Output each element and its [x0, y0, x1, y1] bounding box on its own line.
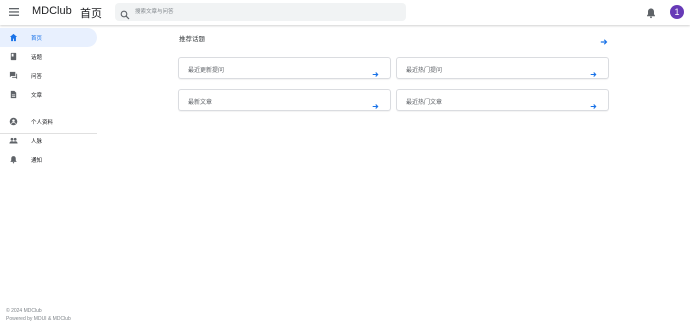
card-label: 最新文章 — [188, 100, 213, 106]
copyright-text: © 2024 MDClub — [6, 308, 42, 314]
sidebar-item-label: 话题 — [31, 55, 43, 61]
sidebar-item-label: 人脉 — [31, 139, 43, 145]
sidebar-item-label: 个人资料 — [31, 120, 54, 126]
top-app-bar: MDClub 首页 1 — [0, 0, 690, 25]
brand-title[interactable]: MDClub — [32, 5, 72, 17]
card-recent-popular-questions[interactable]: 最近热门提问 — [396, 57, 609, 79]
book-icon — [9, 52, 18, 61]
main-content: 推荐话题 最近更新提问 最近热门提问 最新文章 最近热门文章 — [100, 25, 690, 331]
sidebar-item-people[interactable]: 人脉 — [0, 131, 97, 150]
page-title: 首页 — [80, 8, 102, 20]
card-latest-articles[interactable]: 最新文章 — [178, 89, 391, 111]
search-input[interactable] — [135, 4, 401, 20]
search-icon — [120, 7, 130, 20]
card-recent-popular-articles[interactable]: 最近热门文章 — [396, 89, 609, 111]
card-label: 最近更新提问 — [188, 68, 225, 74]
sidebar-item-label: 问答 — [31, 74, 43, 80]
arrow-right-icon[interactable] — [600, 33, 608, 45]
home-icon — [9, 33, 18, 42]
menu-icon[interactable] — [6, 4, 22, 20]
document-icon — [9, 90, 18, 99]
forum-icon — [9, 71, 18, 80]
sidebar-item-notifications[interactable]: 通知 — [0, 150, 97, 169]
bell-icon — [9, 155, 18, 164]
arrow-right-icon — [372, 65, 379, 77]
avatar[interactable]: 1 — [670, 5, 684, 19]
search-bar[interactable] — [115, 3, 406, 21]
powered-by-text[interactable]: Powered by MDUI & MDClub — [6, 315, 71, 323]
card-label: 最近热门文章 — [406, 100, 443, 106]
people-icon — [9, 136, 18, 145]
card-label: 最近热门提问 — [406, 68, 443, 74]
sidebar-item-topics[interactable]: 话题 — [0, 47, 97, 66]
sidebar-item-articles[interactable]: 文章 — [0, 85, 97, 104]
card-recent-updated-questions[interactable]: 最近更新提问 — [178, 57, 391, 79]
sidebar-footer: © 2024 MDClub Powered by MDUI & MDClub — [6, 307, 71, 323]
sidebar-item-label: 文章 — [31, 93, 43, 99]
recommended-topics-title[interactable]: 推荐话题 — [179, 33, 205, 43]
sidebar-item-questions[interactable]: 问答 — [0, 66, 97, 85]
bell-icon[interactable] — [645, 6, 657, 19]
arrow-right-icon — [590, 65, 597, 77]
arrow-right-icon — [590, 97, 597, 109]
sidebar-item-label: 通知 — [31, 158, 43, 164]
sidebar-item-label: 首页 — [31, 36, 43, 42]
sidebar-item-home[interactable]: 首页 — [0, 28, 97, 47]
account-circle-icon — [9, 117, 18, 126]
sidebar-item-profile[interactable]: 个人资料 — [0, 112, 97, 131]
sidebar: 首页 话题 问答 文章 个人资料 人脉 通知 — [0, 25, 100, 331]
arrow-right-icon — [372, 97, 379, 109]
